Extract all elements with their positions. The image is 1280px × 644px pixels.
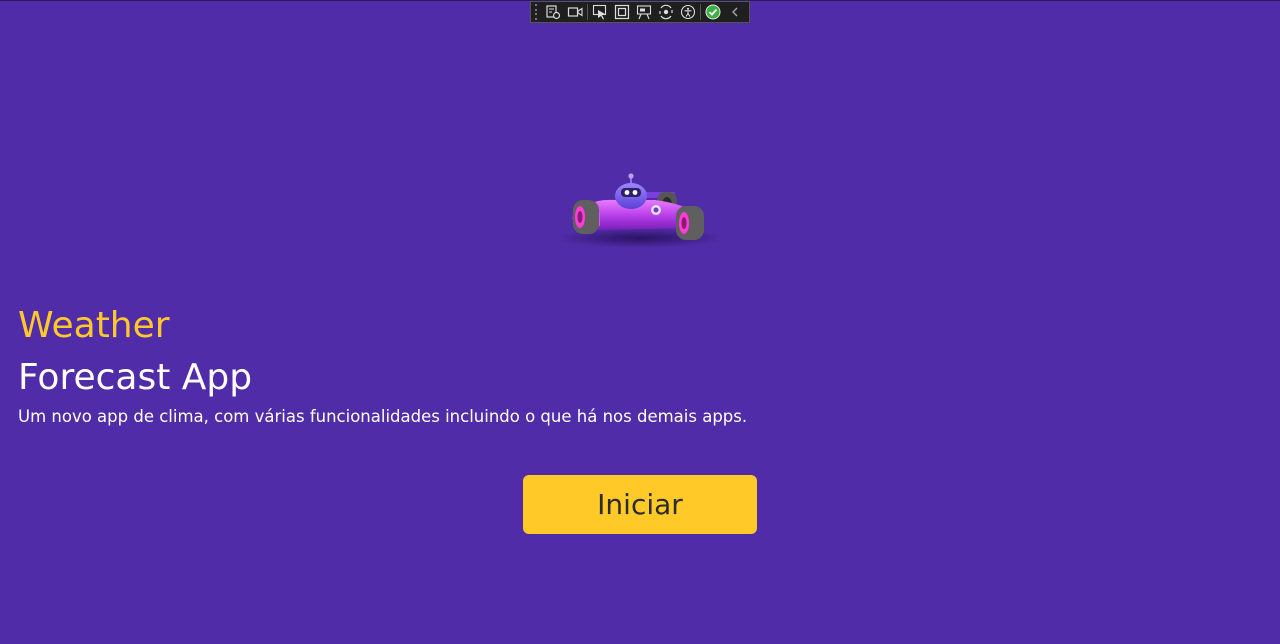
- live-visual-tree-icon[interactable]: [542, 2, 564, 22]
- toolbar-grip[interactable]: [533, 4, 539, 20]
- video-camera-icon[interactable]: [564, 2, 586, 22]
- race-car-illustration: [555, 173, 725, 248]
- select-element-icon[interactable]: [589, 2, 611, 22]
- track-focused-element-icon[interactable]: [633, 2, 655, 22]
- toolbar-separator: [700, 4, 701, 20]
- hot-reload-status-icon[interactable]: [702, 2, 724, 22]
- hot-reload-icon[interactable]: [655, 2, 677, 22]
- collapse-chevron-icon[interactable]: [724, 2, 746, 22]
- toolbar-separator: [587, 4, 588, 20]
- app-title-accent: Weather: [18, 305, 170, 346]
- accessibility-icon[interactable]: [677, 2, 699, 22]
- display-layout-adorners-icon[interactable]: [611, 2, 633, 22]
- start-button[interactable]: Iniciar: [523, 475, 757, 534]
- app-title-main: Forecast App: [18, 357, 253, 398]
- app-subtitle: Um novo app de clima, com várias funcion…: [18, 407, 748, 426]
- xaml-debug-toolbar: [530, 1, 750, 23]
